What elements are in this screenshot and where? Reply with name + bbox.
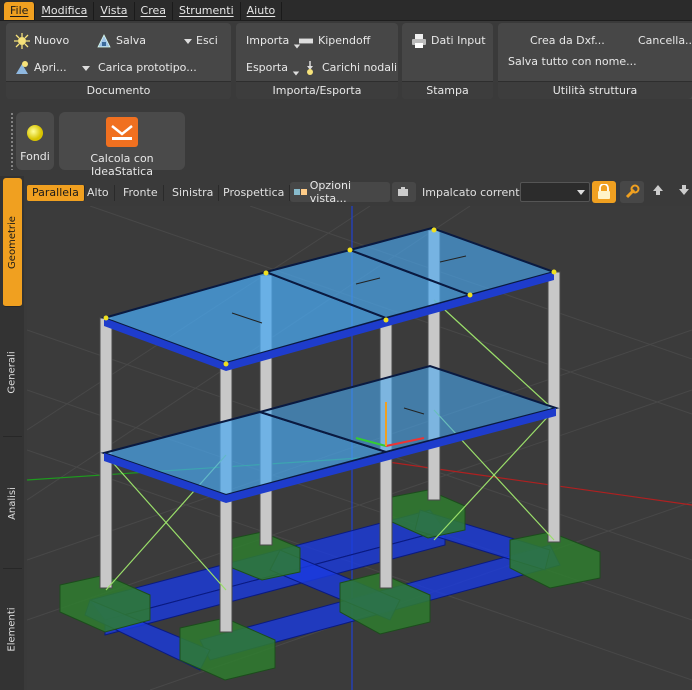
tab-generali[interactable]: Generali <box>3 308 22 437</box>
group-stampa: Dati Input Stampa <box>402 23 493 99</box>
tab-elementi[interactable]: Elementi <box>3 570 22 688</box>
impalcato-label: Impalcato corrente: <box>422 186 530 199</box>
view-options-icon <box>294 189 307 195</box>
tab-geometrie-label: Geometrie <box>7 215 19 269</box>
nuovo-button[interactable]: Nuovo <box>14 31 69 51</box>
ribbon: Nuovo Salva Esci Apri... Carica prototip… <box>0 21 692 102</box>
menu-modifica[interactable]: Modifica <box>35 2 95 20</box>
nuovo-label: Nuovo <box>34 34 70 47</box>
arrow-up-button[interactable] <box>652 184 666 198</box>
kipendoff-button[interactable]: Kipendoff <box>298 31 370 51</box>
calcola-ideastatica-button[interactable]: Calcola con IdeaStatica <box>59 112 185 178</box>
ideastatica-icon <box>106 117 138 147</box>
fondi-button[interactable]: Fondi <box>16 112 54 170</box>
camera-icon <box>398 187 408 196</box>
menu-crea[interactable]: Crea <box>135 2 174 20</box>
printer-icon <box>411 33 427 49</box>
chevron-down-icon <box>82 65 90 71</box>
menu-vista[interactable]: Vista <box>94 2 135 20</box>
group-title-utilita: Utilità struttura <box>498 81 692 99</box>
new-file-icon <box>14 33 30 49</box>
tab-analisi-label: Analisi <box>7 486 19 520</box>
impalcato-select[interactable] <box>520 182 590 202</box>
bulb-icon <box>27 125 43 141</box>
menu-file[interactable]: File <box>4 2 36 20</box>
menu-strumenti[interactable]: Strumenti <box>173 2 241 20</box>
save-icon <box>96 33 112 49</box>
open-icon <box>14 60 30 76</box>
menu-aiuto[interactable]: Aiuto <box>241 2 283 20</box>
view-tab-alto[interactable]: Alto <box>82 185 115 201</box>
importa-button[interactable]: Importa <box>246 31 301 51</box>
wrench-icon <box>625 184 640 199</box>
arrow-up-icon <box>653 185 663 195</box>
group-title-documento: Documento <box>6 81 231 99</box>
view-tab-parallela[interactable]: Parallela <box>27 185 85 201</box>
chevron-down-icon <box>184 38 192 44</box>
structure-model <box>27 206 692 690</box>
view-tab-fronte[interactable]: Fronte <box>118 185 164 201</box>
esporta-label: Esporta <box>246 61 288 74</box>
importa-label: Importa <box>246 34 290 47</box>
esci-label: Esci <box>196 34 218 47</box>
salva-label: Salva <box>116 34 147 47</box>
salva-tutto-label: Salva tutto con nome... <box>508 55 637 68</box>
opzioni-vista-label: Opzioni vista... <box>309 179 351 205</box>
beam-icon <box>298 33 314 49</box>
tab-elementi-label: Elementi <box>7 606 18 652</box>
salva-tutto-button[interactable]: Salva tutto con nome... <box>508 52 637 72</box>
arrow-down-icon <box>679 185 689 195</box>
apri-button[interactable]: Apri... <box>14 58 67 78</box>
3d-viewport[interactable] <box>27 206 692 690</box>
carichi-label: Carichi nodali <box>322 61 398 74</box>
cancella-button[interactable]: Cancella... <box>638 31 692 51</box>
chevron-down-icon <box>577 190 585 195</box>
chevron-down-icon <box>292 71 300 75</box>
floor-1-slab <box>100 364 560 503</box>
left-sidebar: Geometrie Generali Analisi Elementi <box>0 176 24 690</box>
view-tab-prospettica[interactable]: Prospettica <box>218 185 291 201</box>
cancella-label: Cancella... <box>638 34 692 47</box>
camera-button[interactable] <box>392 182 416 202</box>
apri-label: Apri... <box>34 61 67 74</box>
crea-dxf-label: Crea da Dxf... <box>530 34 605 47</box>
crea-da-dxf-button[interactable]: Crea da Dxf... <box>530 31 605 51</box>
node-load-icon <box>302 60 318 76</box>
carica-prototipo-button[interactable]: Carica prototipo... <box>82 58 197 78</box>
group-title-stampa: Stampa <box>402 81 493 99</box>
calcola-label: Calcola con IdeaStatica <box>90 152 154 178</box>
group-documento: Nuovo Salva Esci Apri... Carica prototip… <box>6 23 231 99</box>
opzioni-vista-button[interactable]: Opzioni vista... <box>290 179 390 205</box>
esci-button[interactable]: Esci <box>184 31 218 51</box>
lock-icon <box>598 183 610 199</box>
view-toolbar: Parallela Alto Fronte Sinistra Prospetti… <box>24 178 692 206</box>
group-utilita-struttura: Crea da Dxf... Cancella... Salva tutto c… <box>498 23 692 99</box>
fondi-label: Fondi <box>20 150 50 163</box>
dati-input-label: Dati Input <box>431 34 486 47</box>
group-title-importa-esporta: Importa/Esporta <box>236 81 398 99</box>
carichi-nodali-button[interactable]: Carichi nodali <box>302 58 397 78</box>
floor-2-slab <box>100 226 558 371</box>
tab-geometrie[interactable]: Geometrie <box>3 178 22 307</box>
group-importa-esporta: Importa Kipendoff Esporta Carichi nodali… <box>236 23 398 99</box>
carica-label: Carica prototipo... <box>98 61 197 74</box>
arrow-down-button[interactable] <box>678 184 692 198</box>
lock-button[interactable] <box>592 181 616 203</box>
kipendoff-label: Kipendoff <box>318 34 371 47</box>
dati-input-button[interactable]: Dati Input <box>411 31 486 51</box>
toolbar-grip[interactable] <box>10 112 14 170</box>
esporta-button[interactable]: Esporta <box>246 58 300 78</box>
view-tab-sinistra[interactable]: Sinistra <box>167 185 220 201</box>
tab-generali-label: Generali <box>7 350 18 394</box>
salva-button[interactable]: Salva <box>96 31 146 51</box>
tab-analisi[interactable]: Analisi <box>3 438 22 569</box>
menu-bar: File Modifica Vista Crea Strumenti Aiuto <box>0 0 692 21</box>
settings-button[interactable] <box>620 181 644 203</box>
